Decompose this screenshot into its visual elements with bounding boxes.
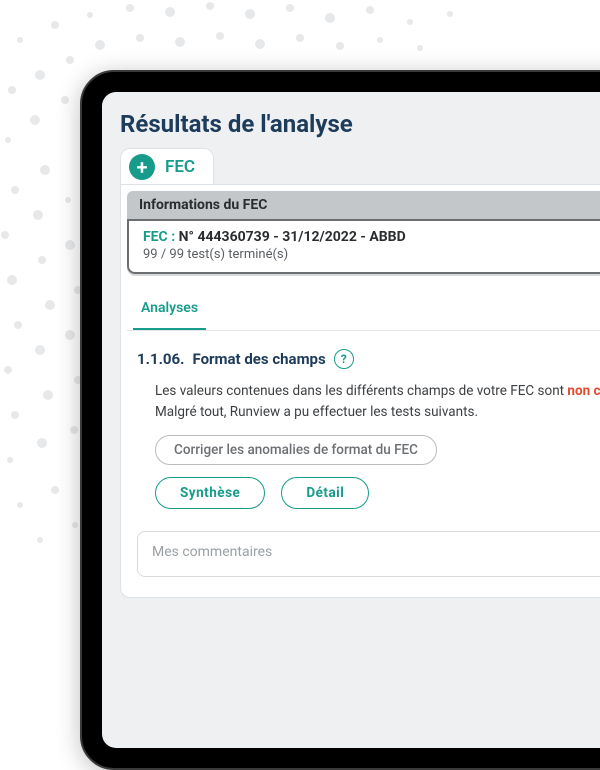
device-frame: Résultats de l'analyse + FEC Information… <box>80 70 600 770</box>
fec-card: Informations du FEC FEC : N° 444360739 -… <box>120 184 600 598</box>
section-body: Les valeurs contenues dans les différent… <box>155 381 600 423</box>
app-root: Résultats de l'analyse + FEC Information… <box>102 92 600 748</box>
fec-value: N° 444360739 - 31/12/2022 - ABBD <box>179 229 406 245</box>
fec-tests-status: 99 / 99 test(s) terminé(s) <box>143 247 600 262</box>
comments-placeholder: Mes commentaires <box>152 544 272 560</box>
section-title-row: 1.1.06. Format des champs ? <box>137 349 600 369</box>
body-line2: Malgré tout, Runview a pu effectuer les … <box>155 404 478 420</box>
tabs-bar: Analyses <box>127 290 600 331</box>
fec-label: FEC : <box>143 229 175 245</box>
plus-icon: + <box>129 154 155 180</box>
fec-chip-label: FEC <box>165 157 195 177</box>
tab-analyses[interactable]: Analyses <box>133 290 206 330</box>
screen: Résultats de l'analyse + FEC Information… <box>102 92 600 748</box>
synthese-button[interactable]: Synthèse <box>155 477 265 509</box>
fec-identity-line: FEC : N° 444360739 - 31/12/2022 - ABBD <box>143 229 600 245</box>
section-number: 1.1.06. <box>137 350 184 368</box>
fix-anomalies-button[interactable]: Corriger les anomalies de format du FEC <box>155 435 437 465</box>
detail-button[interactable]: Détail <box>281 477 369 509</box>
section-title: Format des champs <box>192 350 325 368</box>
fec-info-body: FEC : N° 444360739 - 31/12/2022 - ABBD 9… <box>127 219 600 274</box>
analysis-section: 1.1.06. Format des champs ? Les valeurs … <box>127 331 600 509</box>
add-fec-chip[interactable]: + FEC <box>120 148 214 184</box>
help-icon[interactable]: ? <box>334 349 354 369</box>
comments-input[interactable]: Mes commentaires <box>137 531 600 577</box>
fec-info-header: Informations du FEC <box>127 191 600 219</box>
page-title: Résultats de l'analyse <box>120 110 600 138</box>
body-prefix: Les valeurs contenues dans les différent… <box>155 383 567 399</box>
non-conformes-text: non conformes <box>567 383 600 399</box>
